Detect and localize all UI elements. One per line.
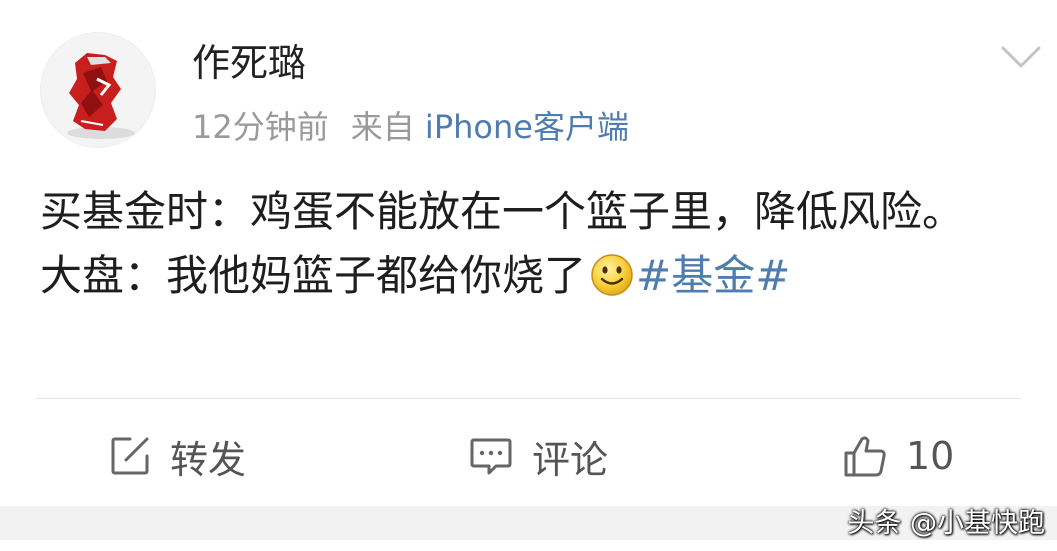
content-line-2: 大盘：我他妈篮子都给你烧了 #基金# bbox=[40, 244, 1020, 308]
repost-button[interactable]: 转发 bbox=[108, 428, 246, 484]
comment-button[interactable]: 评论 bbox=[468, 428, 608, 484]
repost-label: 转发 bbox=[170, 437, 247, 482]
chevron-down-icon[interactable] bbox=[999, 42, 1043, 72]
like-count: 10 bbox=[906, 434, 955, 478]
post-meta: 12分钟前 来自 iPhone客户端 bbox=[192, 105, 629, 149]
content-line-2-text: 大盘：我他妈篮子都给你烧了 bbox=[40, 251, 587, 300]
like-button[interactable]: 10 bbox=[842, 428, 954, 484]
weibo-post-card: 作死璐 12分钟前 来自 iPhone客户端 买基金时：鸡蛋不能放在一个篮子里，降… bbox=[0, 0, 1057, 551]
comment-bubble-icon bbox=[470, 438, 512, 475]
comment-label: 评论 bbox=[532, 437, 609, 482]
thumbs-up-icon bbox=[844, 436, 886, 477]
avatar[interactable] bbox=[40, 32, 156, 148]
divider bbox=[36, 398, 1021, 399]
source-prefix: 来自 bbox=[350, 108, 415, 146]
post-time: 12分钟前 bbox=[192, 108, 329, 146]
content-line-1: 买基金时：鸡蛋不能放在一个篮子里，降低风险。 bbox=[40, 187, 965, 236]
post-content: 买基金时：鸡蛋不能放在一个篮子里，降低风险。 大盘：我他妈篮子都给你烧了 #基金… bbox=[40, 180, 1020, 308]
smiley-emoji-icon bbox=[591, 254, 633, 296]
watermark: 头条 @小基快跑 bbox=[847, 508, 1045, 539]
avatar-can-image bbox=[67, 53, 135, 139]
source-client-link[interactable]: iPhone客户端 bbox=[425, 108, 629, 146]
author-name[interactable]: 作死璐 bbox=[192, 38, 306, 88]
edit-square-icon bbox=[111, 437, 149, 475]
topic-link[interactable]: #基金# bbox=[636, 251, 790, 300]
